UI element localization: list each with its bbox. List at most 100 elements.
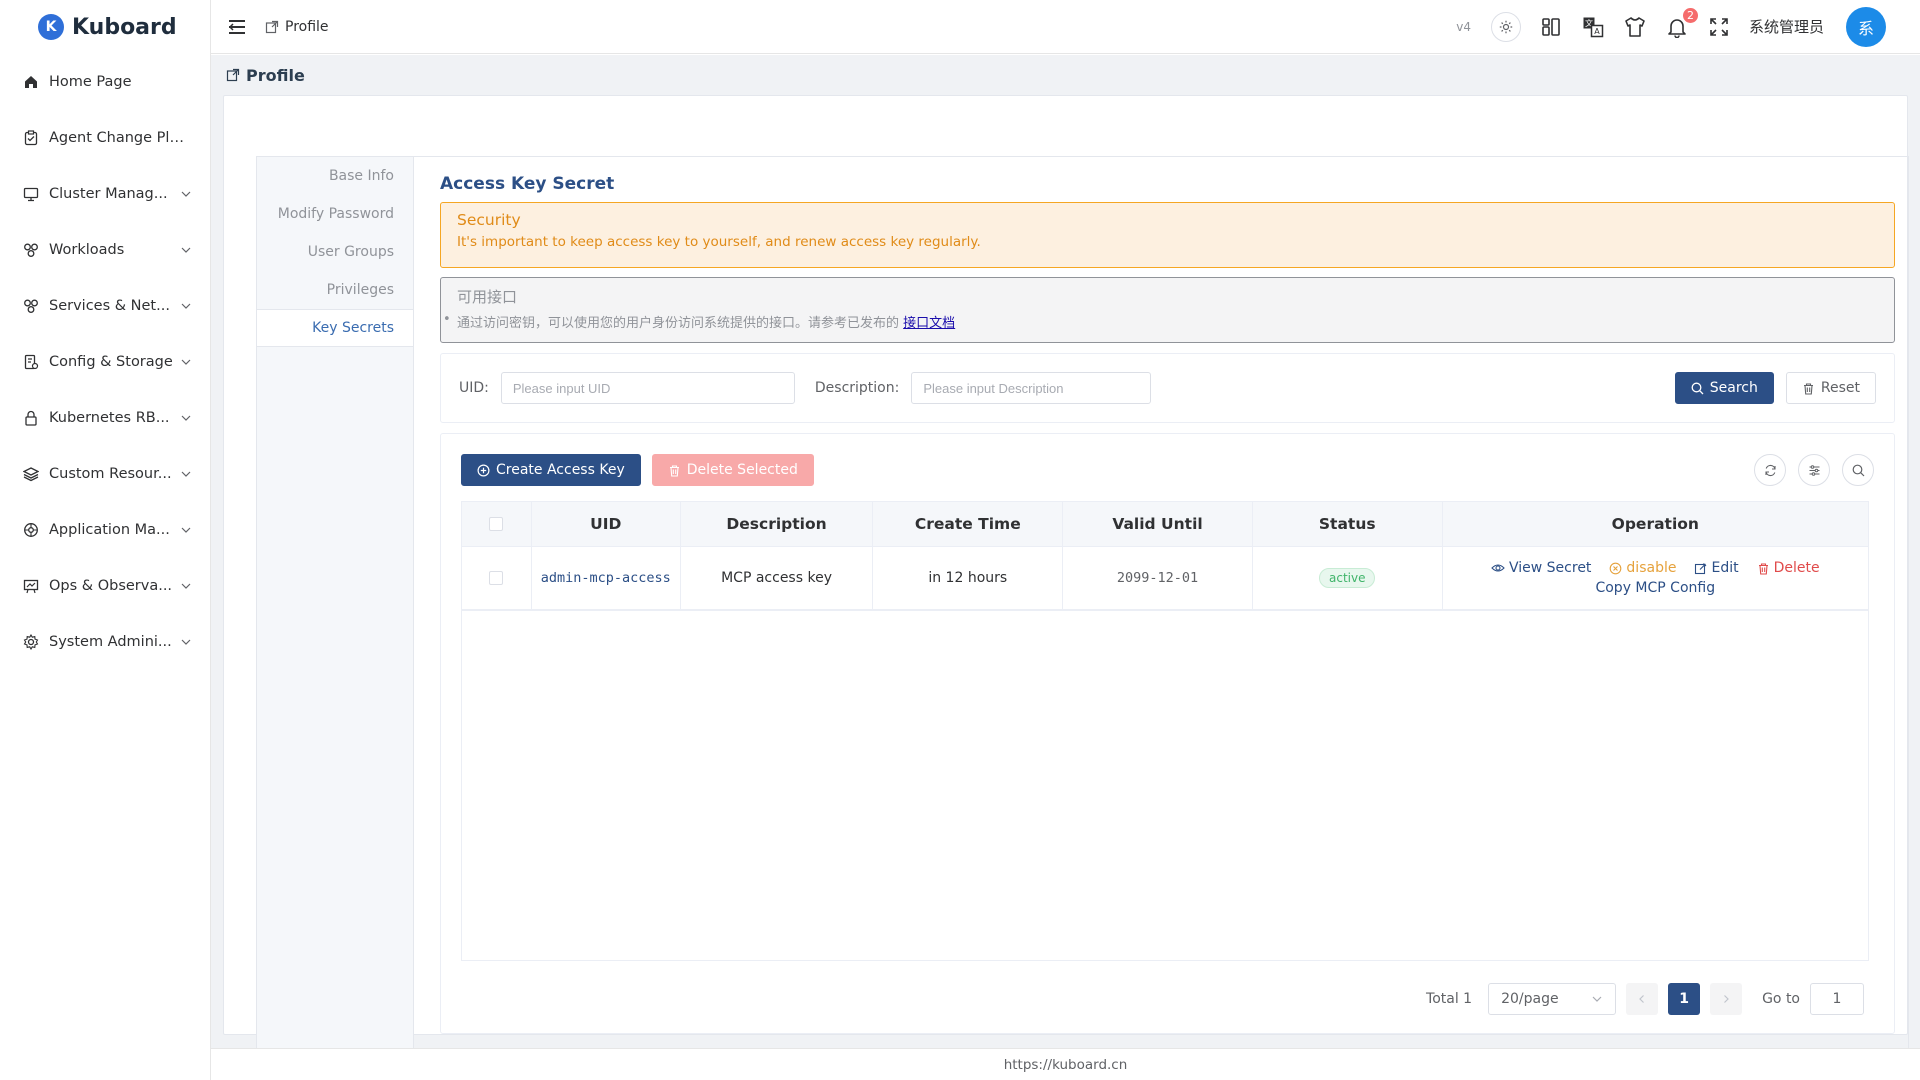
search-actions: Search Reset	[1674, 372, 1876, 404]
avatar[interactable]: 系	[1846, 6, 1886, 47]
tab-modify-password[interactable]: Modify Password	[257, 195, 414, 233]
fullscreen-icon[interactable]	[1707, 15, 1731, 39]
row-select	[462, 547, 532, 609]
home-icon	[22, 73, 40, 91]
sidebar-item-home[interactable]: Home Page	[0, 54, 210, 110]
goto-page-input[interactable]: 1	[1810, 983, 1864, 1015]
tab-privileges[interactable]: Privileges	[257, 271, 414, 309]
api-alert-description-row: 通过访问密钥，可以使用您的用户身份访问系统提供的接口。请参考已发布的 接口文档	[443, 312, 1878, 331]
select-all-checkbox[interactable]	[489, 517, 504, 531]
column-header-description[interactable]: Description	[681, 502, 874, 546]
page-number-current[interactable]: 1	[1668, 983, 1701, 1015]
sidebar-item-ops-observability[interactable]: Ops & Observa...	[0, 558, 210, 614]
breadcrumb-current[interactable]: Profile	[285, 19, 329, 35]
api-docs-link[interactable]: 接口文档	[903, 316, 955, 331]
chevron-down-icon	[180, 524, 192, 536]
copy-mcp-config-link[interactable]: Copy MCP Config	[1595, 580, 1715, 596]
delete-selected-button[interactable]: Delete Selected	[651, 454, 814, 486]
app-gear-icon	[22, 521, 40, 539]
sidebar-item-cluster-management[interactable]: Cluster Manag...	[0, 166, 210, 222]
header-select-all	[462, 502, 532, 546]
delete-link[interactable]: Delete	[1757, 560, 1820, 576]
goto-label: Go to	[1762, 991, 1800, 1007]
next-page-button[interactable]	[1710, 983, 1743, 1015]
sidebar-item-label: Home Page	[49, 74, 132, 90]
column-settings-icon[interactable]	[1798, 454, 1830, 486]
uid-input[interactable]: Please input UID	[500, 372, 795, 404]
notification-badge: 2	[1681, 6, 1699, 24]
username[interactable]: 系统管理员	[1749, 16, 1824, 37]
search-icon	[1691, 382, 1704, 394]
tab-key-secrets[interactable]: Key Secrets	[257, 309, 414, 347]
description-input[interactable]: Please input Description	[911, 372, 1152, 404]
uid-label: UID:	[459, 380, 489, 396]
eye-icon	[1491, 564, 1505, 572]
view-secret-link[interactable]: View Secret	[1491, 560, 1591, 576]
reset-button[interactable]: Reset	[1785, 372, 1876, 404]
sidebar-item-workloads[interactable]: Workloads	[0, 222, 210, 278]
tab-user-groups[interactable]: User Groups	[257, 233, 414, 271]
table-row: admin-mcp-access MCP access key in 12 ho…	[462, 546, 1868, 610]
edit-label: Edit	[1711, 560, 1739, 576]
refresh-icon[interactable]	[1754, 454, 1786, 486]
chevron-down-icon	[180, 356, 192, 368]
sidebar-menu: Home Page Agent Change Plans Cluster Man…	[0, 54, 210, 670]
footer-link[interactable]: https://kuboard.cn	[1004, 1057, 1128, 1073]
chevron-down-icon	[180, 300, 192, 312]
column-header-uid[interactable]: UID	[532, 502, 681, 546]
create-access-key-button[interactable]: Create Access Key	[461, 454, 641, 486]
search-button[interactable]: Search	[1674, 372, 1774, 404]
delete-label: Delete	[1773, 560, 1820, 576]
edit-link[interactable]: Edit	[1694, 560, 1739, 576]
search-toggle-icon[interactable]	[1842, 454, 1874, 486]
edit-icon	[1695, 562, 1707, 574]
sidebar-item-system-administration[interactable]: System Admini...	[0, 614, 210, 670]
sidebar-item-application-management[interactable]: Application Ma...	[0, 502, 210, 558]
notification-bell-icon[interactable]: 2	[1665, 6, 1699, 39]
sidebar-item-config-storage[interactable]: Config & Storage	[0, 334, 210, 390]
disable-link[interactable]: disable	[1609, 560, 1676, 576]
chevron-right-icon	[1724, 995, 1729, 1003]
delete-selected-label: Delete Selected	[686, 462, 798, 478]
sidebar-item-services-network[interactable]: Services & Net...	[0, 278, 210, 334]
hamburger-menu-icon[interactable]	[227, 17, 247, 37]
sidebar-item-kubernetes-rbac[interactable]: Kubernetes RB...	[0, 390, 210, 446]
kuboard-logo-icon: K	[38, 14, 64, 40]
column-header-status[interactable]: Status	[1253, 502, 1443, 546]
access-key-table-card: Create Access Key Delete Selected UID De…	[440, 433, 1895, 1034]
section-title: Access Key Secret	[440, 174, 615, 194]
tshirt-icon[interactable]	[1623, 15, 1647, 39]
page-size-select[interactable]: 20/page	[1488, 983, 1617, 1015]
chevron-down-icon	[180, 468, 192, 480]
translate-icon[interactable]: 文A	[1581, 15, 1605, 39]
operation-links: View Secret disable Edit Delete Copy MCP…	[1491, 560, 1820, 596]
row-checkbox[interactable]	[489, 571, 504, 585]
sidebar-item-agent-change-plans[interactable]: Agent Change Plans	[0, 110, 210, 166]
page-title-text: Profile	[246, 65, 305, 85]
view-secret-label: View Secret	[1509, 560, 1592, 576]
create-time-cell: in 12 hours	[873, 547, 1064, 609]
top-header: Profile v4 文A 2 系统管理员 系	[211, 0, 1920, 54]
layout-grid-icon[interactable]	[1539, 15, 1563, 39]
chevron-down-icon	[180, 244, 192, 256]
table-toolbar: Create Access Key Delete Selected	[461, 454, 1874, 486]
sidebar-item-custom-resources[interactable]: Custom Resour...	[0, 446, 210, 502]
svg-text:A: A	[1594, 27, 1600, 36]
sidebar-item-label: Cluster Manag...	[49, 186, 168, 202]
sidebar-item-label: Kubernetes RB...	[49, 410, 170, 426]
theme-toggle[interactable]	[1490, 11, 1521, 42]
chevron-down-icon	[180, 636, 192, 648]
tab-base-info[interactable]: Base Info	[257, 157, 414, 195]
column-header-valid-until[interactable]: Valid Until	[1063, 502, 1253, 546]
prev-page-button[interactable]	[1626, 983, 1659, 1015]
profile-tabs: Base Info Modify Password User Groups Pr…	[256, 156, 414, 1056]
chevron-down-icon	[180, 580, 192, 592]
operation-cell: View Secret disable Edit Delete Copy MCP…	[1443, 547, 1868, 609]
header-actions: v4 文A 2 系统管理员 系	[1456, 6, 1920, 47]
operation-line: View Secret disable Edit Delete	[1491, 560, 1820, 576]
column-header-create-time[interactable]: Create Time	[873, 502, 1064, 546]
sidebar-item-label: Workloads	[49, 242, 125, 258]
layers-icon	[22, 465, 40, 483]
uid-value[interactable]: admin-mcp-access	[541, 570, 671, 586]
app-logo[interactable]: K Kuboard	[0, 0, 210, 54]
